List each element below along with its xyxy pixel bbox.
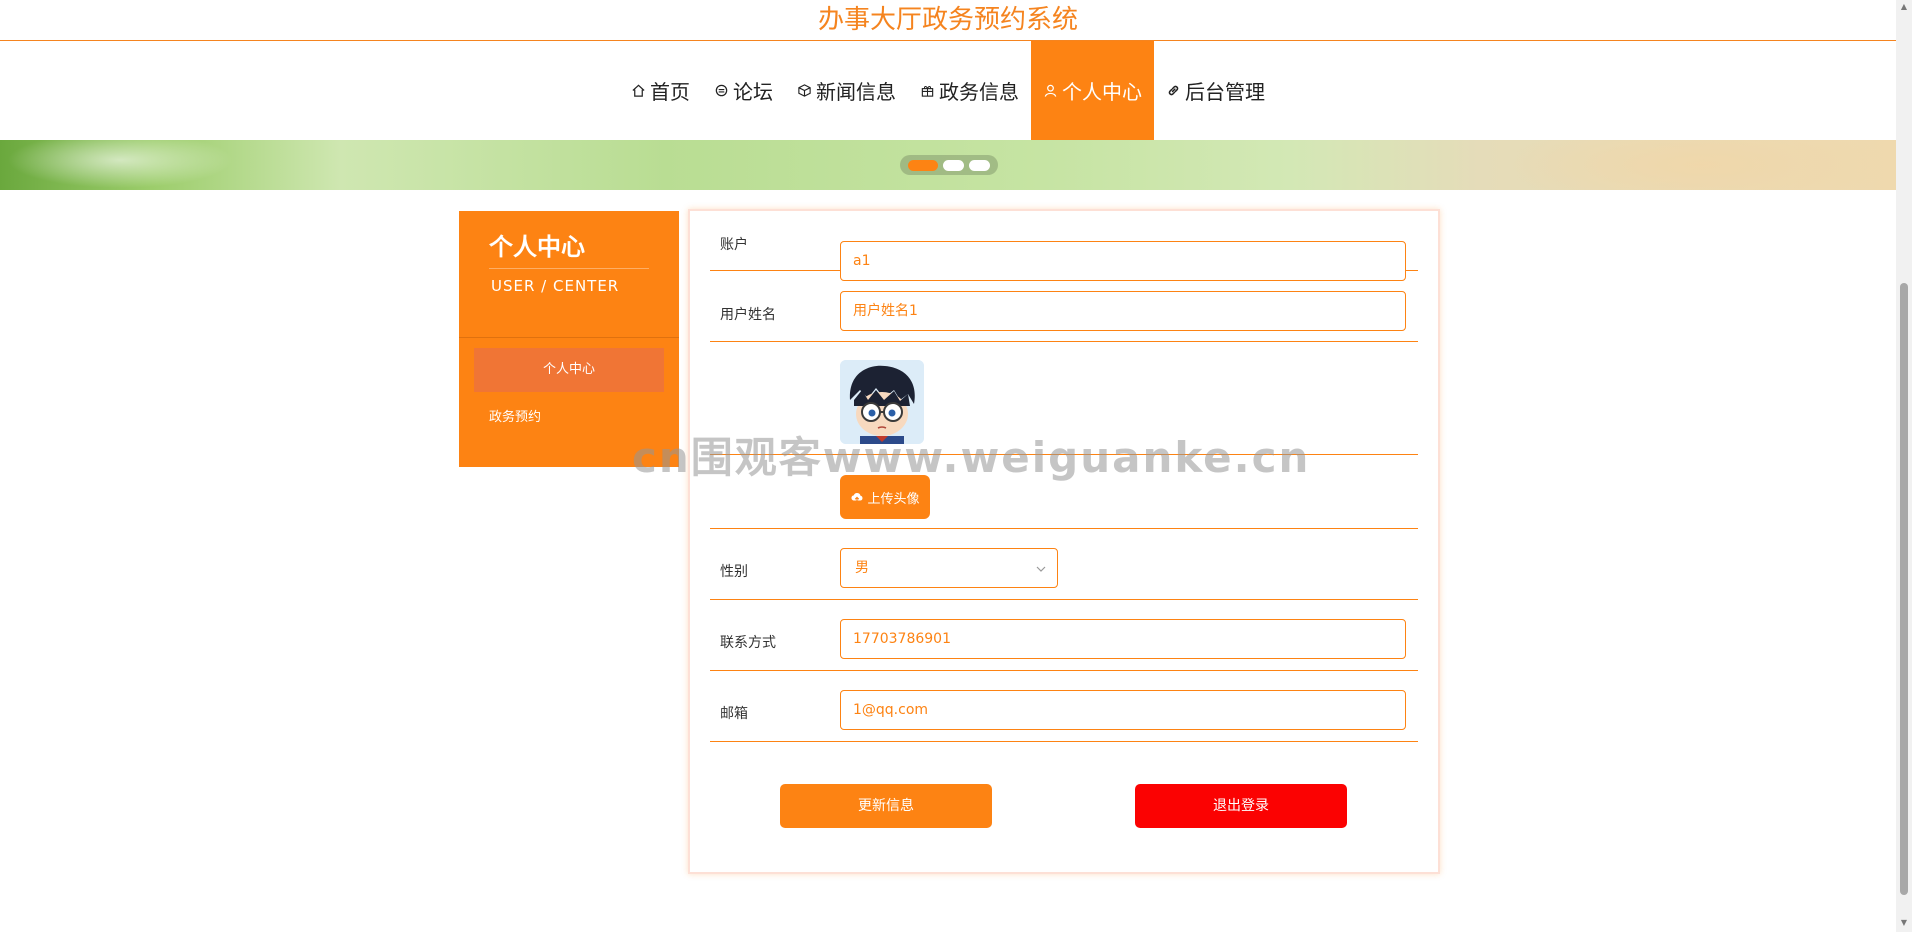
page: 办事大厅政务预约系统 首页 论坛 新闻信息 政务信息 个人中心 后台管理 个人中… xyxy=(0,0,1912,932)
link-icon xyxy=(1168,85,1179,96)
logout-button[interactable]: 退出登录 xyxy=(1135,784,1347,828)
scroll-up-arrow-icon[interactable]: ▲ xyxy=(1900,3,1908,11)
name-label: 用户姓名 xyxy=(720,307,776,323)
account-label: 账户 xyxy=(720,237,748,253)
sidebar-item-appointment[interactable]: 政务预约 xyxy=(489,406,541,425)
sidebar-title: 个人中心 xyxy=(489,233,585,261)
sidebar-subtitle: USER / CENTER xyxy=(491,277,620,295)
form-row-email: 邮箱 1@qq.com xyxy=(710,671,1418,742)
nav-label: 个人中心 xyxy=(1062,80,1142,104)
nav-item-gov-info[interactable]: 政务信息 xyxy=(908,41,1031,140)
form-row-gender: 性别 男 xyxy=(710,529,1418,600)
site-title: 办事大厅政务预约系统 xyxy=(0,0,1896,41)
home-icon xyxy=(632,84,645,97)
nav-item-forum[interactable]: 论坛 xyxy=(702,41,785,140)
news-icon xyxy=(798,84,811,97)
carousel-dot-1[interactable] xyxy=(908,159,938,171)
sidebar-item-user-center[interactable]: 个人中心 xyxy=(474,348,664,392)
phone-input[interactable]: 17703786901 xyxy=(840,619,1406,659)
nav-item-home[interactable]: 首页 xyxy=(619,41,702,140)
user-icon xyxy=(1044,84,1057,97)
form-row-name: 用户姓名 用户姓名1 xyxy=(710,271,1418,342)
upload-avatar-label: 上传头像 xyxy=(867,491,920,507)
carousel-dot-3[interactable] xyxy=(969,159,990,171)
scroll-down-arrow-icon[interactable]: ▼ xyxy=(1900,919,1908,927)
gift-icon xyxy=(921,86,934,97)
profile-form: 账户 a1 用户姓名 用户姓名1 上传头像 性别 男 联系方式 17703786… xyxy=(688,209,1440,874)
nav-item-user-center[interactable]: 个人中心 xyxy=(1031,41,1154,140)
form-row-account: 账户 a1 xyxy=(710,211,1418,281)
gender-selected-value: 男 xyxy=(855,560,869,576)
watermark: cn围观客www.weiguanke.cn xyxy=(632,433,1311,482)
update-info-button[interactable]: 更新信息 xyxy=(780,784,992,828)
chevron-down-icon xyxy=(1036,566,1046,572)
gender-label: 性别 xyxy=(720,564,748,580)
sidebar-divider xyxy=(459,337,679,338)
nav-item-news[interactable]: 新闻信息 xyxy=(785,41,908,140)
cloud-upload-icon xyxy=(851,492,863,502)
carousel-indicators xyxy=(900,155,998,175)
nav-label: 首页 xyxy=(650,80,690,104)
form-row-phone: 联系方式 17703786901 xyxy=(710,600,1418,671)
nav-item-admin[interactable]: 后台管理 xyxy=(1154,41,1277,140)
carousel-dot-2[interactable] xyxy=(943,159,964,171)
name-input[interactable]: 用户姓名1 xyxy=(840,291,1406,331)
main-nav: 首页 论坛 新闻信息 政务信息 个人中心 后台管理 xyxy=(0,41,1896,140)
email-label: 邮箱 xyxy=(720,706,748,722)
nav-label: 后台管理 xyxy=(1185,80,1265,104)
gender-select[interactable]: 男 xyxy=(840,548,1058,588)
nav-label: 政务信息 xyxy=(939,80,1019,104)
forum-icon xyxy=(715,84,728,97)
sidebar-title-divider xyxy=(489,268,649,269)
nav-label: 论坛 xyxy=(733,80,773,104)
nav-label: 新闻信息 xyxy=(816,80,896,104)
scrollbar-thumb[interactable] xyxy=(1900,283,1908,895)
email-input[interactable]: 1@qq.com xyxy=(840,690,1406,730)
phone-label: 联系方式 xyxy=(720,635,776,651)
